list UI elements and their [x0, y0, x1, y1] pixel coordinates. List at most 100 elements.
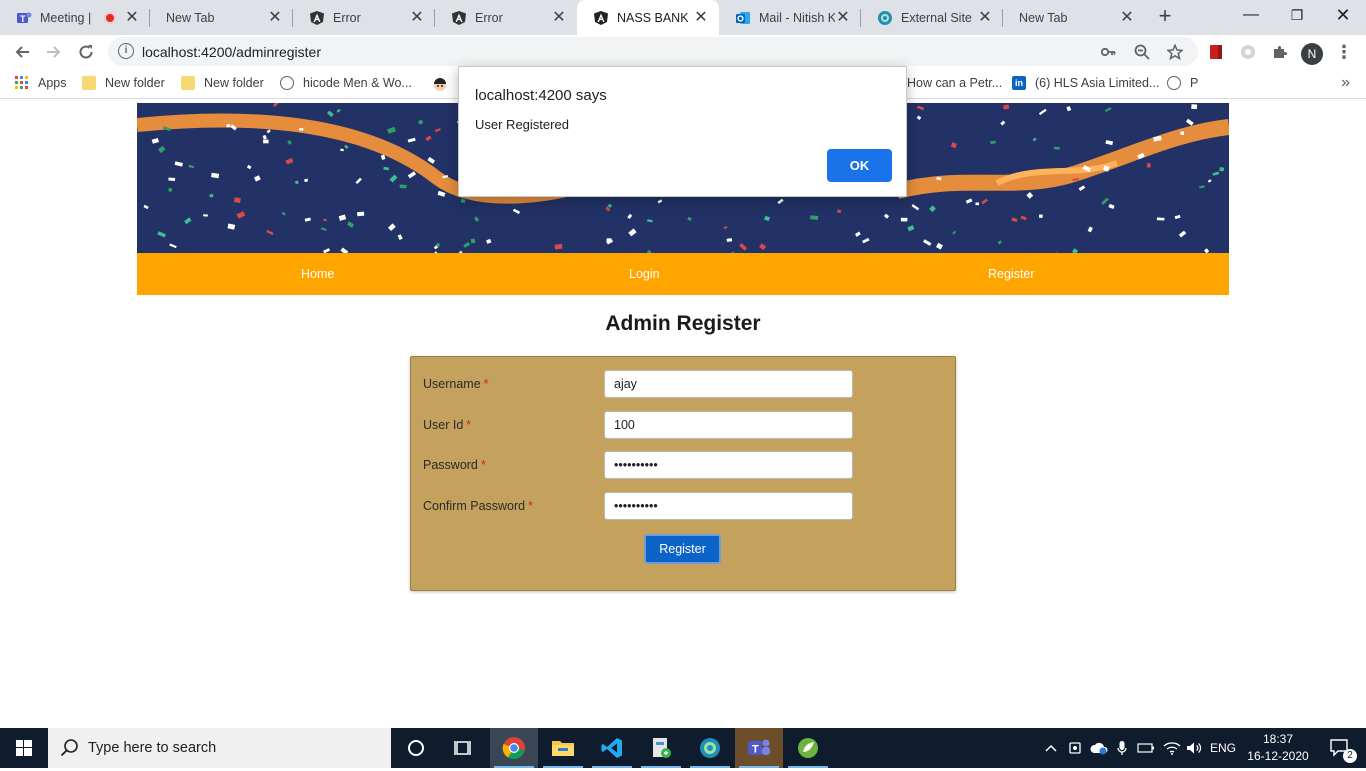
bookmark-new-folder-1[interactable]: New folder — [82, 76, 165, 90]
language-indicator[interactable]: ENG — [1208, 728, 1238, 768]
key-icon[interactable] — [1100, 41, 1116, 64]
confetti-piece — [1219, 167, 1225, 172]
confetti-piece — [236, 211, 246, 219]
confetti-piece — [1066, 106, 1072, 112]
confetti-piece — [383, 166, 390, 171]
confetti-piece — [975, 202, 979, 206]
close-tab-icon[interactable]: ✕ — [267, 9, 283, 26]
wifi-icon[interactable] — [1162, 728, 1182, 768]
show-hidden-icons-chevron[interactable] — [1042, 728, 1060, 768]
taskbar-clock[interactable]: 18:37 16-12-2020 — [1240, 731, 1316, 765]
nav-register-link[interactable]: Register — [988, 267, 1035, 281]
confetti-piece — [916, 105, 925, 111]
confetti-piece — [512, 208, 521, 215]
confetti-piece — [203, 214, 208, 217]
extension-red-icon[interactable] — [1202, 38, 1230, 66]
bookmark-new-folder-2[interactable]: New folder — [181, 76, 264, 90]
file-explorer-icon[interactable] — [539, 728, 587, 768]
confetti-piece — [281, 211, 286, 216]
tab-error-1[interactable]: Error ✕ — [293, 0, 435, 35]
new-tab-button[interactable]: + — [1152, 4, 1178, 30]
close-tab-icon[interactable]: ✕ — [693, 9, 709, 26]
confetti-piece — [233, 197, 241, 204]
confetti-piece — [143, 204, 149, 210]
close-tab-icon[interactable]: ✕ — [124, 9, 140, 26]
profile-avatar[interactable]: N — [1298, 38, 1326, 66]
back-button[interactable] — [8, 38, 36, 66]
bookmark-hicode[interactable]: hicode Men & Wo... — [280, 76, 412, 90]
close-tab-icon[interactable]: ✕ — [977, 9, 993, 26]
confetti-piece — [726, 238, 733, 242]
bookmark-hls-asia[interactable]: in (6) HLS Asia Limited... — [1012, 76, 1159, 90]
confirm-password-field[interactable] — [604, 492, 853, 520]
app-green-icon[interactable] — [637, 728, 685, 768]
close-tab-icon[interactable]: ✕ — [409, 9, 425, 26]
start-button[interactable] — [0, 728, 48, 768]
reload-button[interactable] — [72, 38, 100, 66]
close-tab-icon[interactable]: ✕ — [1119, 9, 1135, 26]
required-mark: * — [480, 458, 486, 472]
dialog-ok-button[interactable]: OK — [827, 149, 892, 182]
confetti-piece — [434, 128, 441, 133]
extensions-puzzle-icon[interactable] — [1266, 38, 1294, 66]
taskbar-search-box[interactable]: Type here to search — [48, 728, 391, 768]
bookmark-apps[interactable]: Apps — [15, 76, 67, 90]
required-mark: * — [483, 377, 489, 391]
bookmark-avatar-site[interactable] — [432, 76, 455, 91]
tray-camera-icon[interactable] — [1066, 728, 1084, 768]
username-field[interactable] — [604, 370, 853, 398]
action-center-icon[interactable]: 2 — [1318, 728, 1362, 768]
task-view-icon[interactable] — [440, 728, 488, 768]
bookmark-p[interactable]: P — [1167, 76, 1198, 90]
chrome-taskbar-icon[interactable] — [490, 728, 538, 768]
globe-icon — [1167, 76, 1181, 90]
tab-meeting[interactable]: T Meeting | ✕ — [0, 0, 150, 35]
menu-kebab-icon[interactable]: ⋮ — [1330, 38, 1358, 66]
onedrive-icon[interactable] — [1088, 728, 1110, 768]
extension-grey-icon[interactable] — [1234, 38, 1262, 66]
close-tab-icon[interactable]: ✕ — [551, 9, 567, 26]
confetti-piece — [320, 227, 327, 231]
confetti-piece — [657, 199, 663, 204]
tab-new-tab-2[interactable]: New Tab ✕ — [1003, 0, 1145, 35]
microphone-icon[interactable] — [1114, 728, 1130, 768]
zoom-icon[interactable] — [1134, 41, 1150, 64]
confetti-piece — [777, 198, 784, 205]
close-tab-icon[interactable]: ✕ — [835, 9, 851, 26]
volume-icon[interactable] — [1185, 728, 1205, 768]
tab-mail[interactable]: Mail - Nitish K ✕ — [719, 0, 861, 35]
close-window-button[interactable]: ✕ — [1320, 0, 1366, 32]
bookmark-petr[interactable]: How can a Petr... — [907, 76, 1002, 90]
userid-field[interactable] — [604, 411, 853, 439]
required-mark: * — [528, 499, 533, 513]
minimize-button[interactable]: — — [1228, 0, 1274, 32]
confetti-piece — [809, 215, 819, 221]
address-bar[interactable]: i localhost:4200/adminregister — [108, 37, 1198, 66]
confetti-piece — [1026, 192, 1034, 199]
forward-button[interactable] — [40, 38, 68, 66]
bookmark-label: New folder — [204, 76, 264, 90]
confetti-piece — [157, 145, 166, 154]
cortana-icon[interactable] — [392, 728, 440, 768]
nav-home-link[interactable]: Home — [301, 267, 334, 281]
spring-tool-icon[interactable] — [784, 728, 832, 768]
teams-taskbar-icon[interactable]: T — [735, 728, 783, 768]
battery-power-icon[interactable] — [1136, 728, 1156, 768]
tab-error-2[interactable]: Error ✕ — [435, 0, 577, 35]
tab-new-tab-1[interactable]: New Tab ✕ — [150, 0, 293, 35]
register-button[interactable]: Register — [644, 534, 721, 564]
password-field[interactable] — [604, 451, 853, 479]
edge-icon[interactable] — [686, 728, 734, 768]
confetti-piece — [460, 198, 466, 204]
bookmark-star-icon[interactable] — [1166, 41, 1184, 64]
label-text: Username — [423, 377, 481, 391]
confetti-piece — [397, 234, 403, 240]
vscode-icon[interactable] — [588, 728, 636, 768]
tab-external-site[interactable]: External Site ✕ — [861, 0, 1003, 35]
restore-button[interactable]: ❐ — [1274, 0, 1320, 32]
nav-login-link[interactable]: Login — [629, 267, 660, 281]
bookmarks-overflow-icon[interactable]: » — [1341, 74, 1350, 92]
tab-nass-bank[interactable]: NASS BANK ✕ — [577, 0, 719, 35]
site-info-icon[interactable]: i — [118, 43, 134, 59]
confetti-piece — [997, 240, 1002, 245]
